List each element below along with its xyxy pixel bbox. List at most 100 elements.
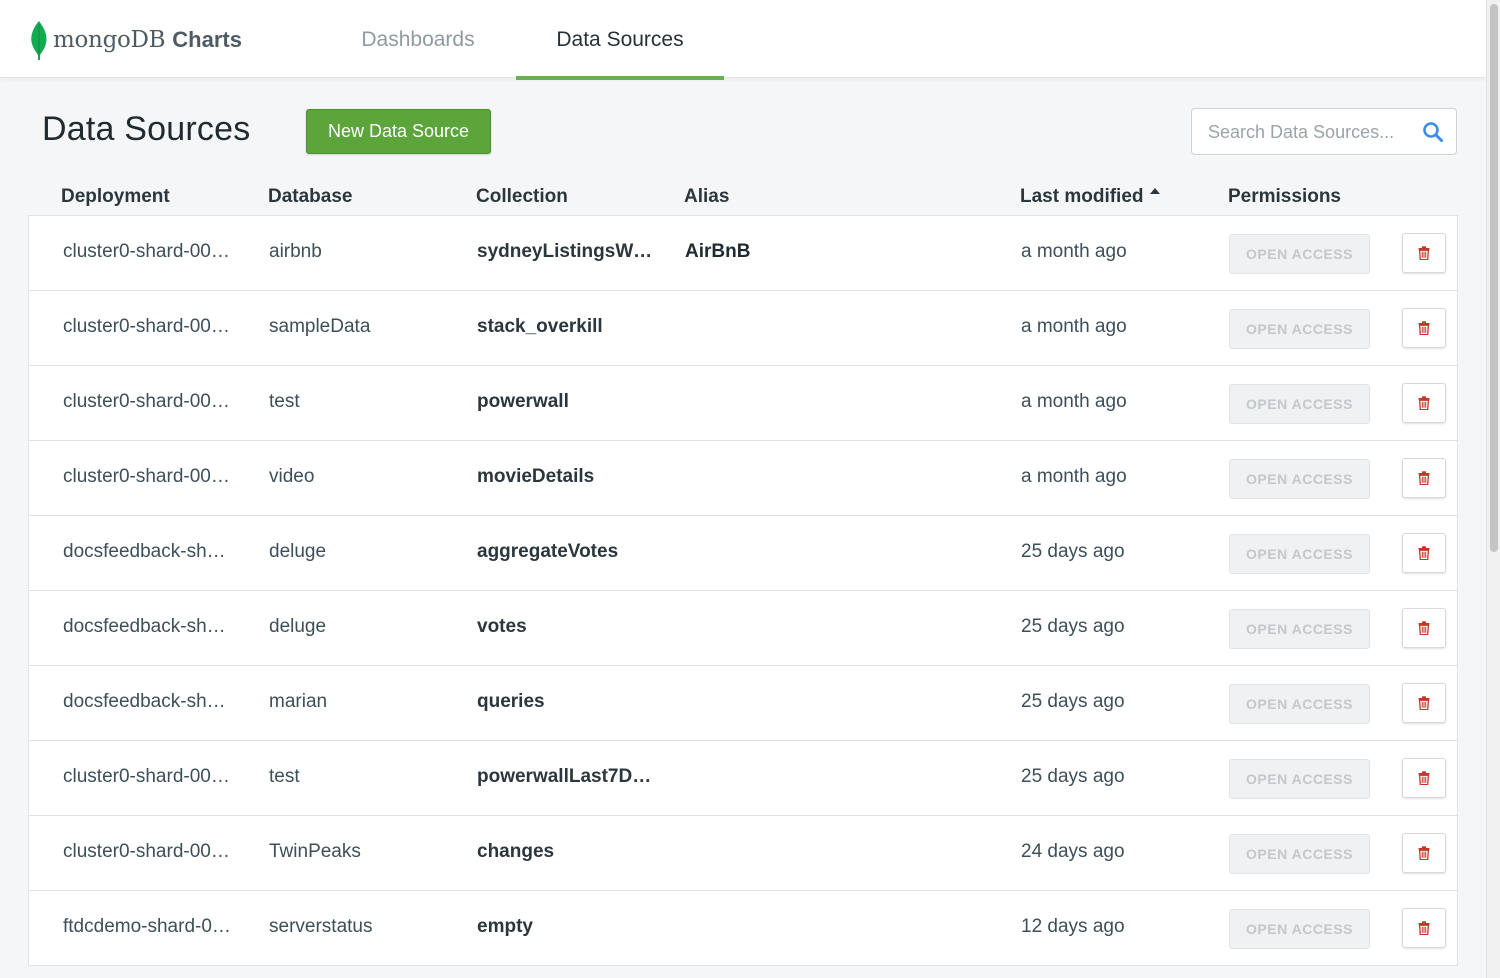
page-title: Data Sources [42,110,251,148]
table-header: Deployment Database Collection Alias Las… [28,180,1458,216]
open-access-button[interactable]: OPEN ACCESS [1229,459,1370,499]
open-access-button[interactable]: OPEN ACCESS [1229,759,1370,799]
cell-deployment: cluster0-shard-00… [63,241,230,262]
column-header-permissions[interactable]: Permissions [1228,186,1341,208]
table-row[interactable]: cluster0-shard-00… test powerwallLast7D… 25… [29,741,1457,816]
cell-database: test [269,391,300,412]
cell-database: marian [269,691,328,712]
trash-icon [1418,621,1430,635]
delete-button[interactable] [1402,233,1446,273]
data-sources-table: cluster0-shard-00… airbnb sydneyListingsWi… [28,215,1458,966]
cell-deployment: docsfeedback-sh… [63,691,226,712]
cell-collection: powerwallLast7D… [477,766,652,787]
cell-collection: votes [477,616,527,637]
cell-deployment: cluster0-shard-00… [63,841,230,862]
table-row[interactable]: cluster0-shard-00… video movieDetails a mon… [29,441,1457,516]
cell-alias: AirBnB [685,241,751,262]
delete-button[interactable] [1402,833,1446,873]
table-row[interactable]: docsfeedback-sh… marian queries 25 days ago… [29,666,1457,741]
cell-collection: aggregateVotes [477,541,619,562]
cell-collection: changes [477,841,555,862]
search-input[interactable] [1208,119,1418,145]
table-row[interactable]: docsfeedback-sh… deluge aggregateVotes 25 d… [29,516,1457,591]
brand-logo[interactable]: mongoDB Charts [28,18,242,62]
top-navigation-bar: mongoDB Charts Dashboards Data Sources [0,0,1486,80]
trash-icon [1418,771,1430,785]
table-row[interactable]: cluster0-shard-00… airbnb sydneyListingsWi… [29,216,1457,291]
search-icon[interactable] [1422,121,1444,143]
table-row[interactable]: cluster0-shard-00… TwinPeaks changes 24 day… [29,816,1457,891]
table-row[interactable]: cluster0-shard-00… sampleData stack_overki… [29,291,1457,366]
page-scrollbar[interactable] [1486,0,1500,978]
table-row[interactable]: cluster0-shard-00… test powerwall a month a… [29,366,1457,441]
cell-deployment: ftdcdemo-shard-0… [63,916,231,937]
cell-last-modified: a month ago [1021,241,1127,262]
delete-button[interactable] [1402,758,1446,798]
cell-collection: empty [477,916,533,937]
cell-deployment: docsfeedback-sh… [63,541,226,562]
column-header-collection[interactable]: Collection [476,186,568,208]
cell-database: TwinPeaks [269,841,361,862]
delete-button[interactable] [1402,608,1446,648]
cell-last-modified: a month ago [1021,391,1127,412]
open-access-button[interactable]: OPEN ACCESS [1229,234,1370,274]
search-box[interactable] [1191,108,1457,155]
trash-icon [1418,921,1430,935]
delete-button[interactable] [1402,383,1446,423]
cell-collection: stack_overkill [477,316,603,337]
delete-button[interactable] [1402,458,1446,498]
trash-icon [1418,546,1430,560]
table-row[interactable]: docsfeedback-sh… deluge votes 25 days ago OP… [29,591,1457,666]
cell-last-modified: 25 days ago [1021,691,1125,712]
delete-button[interactable] [1402,533,1446,573]
open-access-button[interactable]: OPEN ACCESS [1229,609,1370,649]
scrollbar-thumb[interactable] [1490,4,1498,552]
cell-last-modified: 25 days ago [1021,766,1125,787]
new-data-source-button[interactable]: New Data Source [306,109,491,154]
cell-last-modified: a month ago [1021,316,1127,337]
column-header-database[interactable]: Database [268,186,353,208]
cell-last-modified: 25 days ago [1021,616,1125,637]
cell-collection: movieDetails [477,466,595,487]
trash-icon [1418,321,1430,335]
cell-collection: powerwall [477,391,569,412]
cell-deployment: cluster0-shard-00… [63,466,230,487]
open-access-button[interactable]: OPEN ACCESS [1229,834,1370,874]
tab-data-sources[interactable]: Data Sources [516,0,724,80]
tab-dashboards[interactable]: Dashboards [320,0,516,80]
cell-last-modified: 12 days ago [1021,916,1125,937]
open-access-button[interactable]: OPEN ACCESS [1229,909,1370,949]
delete-button[interactable] [1402,908,1446,948]
column-header-last-modified[interactable]: Last modified [1020,186,1160,208]
open-access-button[interactable]: OPEN ACCESS [1229,384,1370,424]
cell-deployment: docsfeedback-sh… [63,616,226,637]
column-header-deployment[interactable]: Deployment [61,186,170,208]
trash-icon [1418,396,1430,410]
trash-icon [1418,246,1430,260]
cell-database: deluge [269,541,327,562]
cell-database: video [269,466,315,487]
trash-icon [1418,696,1430,710]
cell-last-modified: a month ago [1021,466,1127,487]
delete-button[interactable] [1402,683,1446,723]
cell-database: airbnb [269,241,322,262]
open-access-button[interactable]: OPEN ACCESS [1229,684,1370,724]
cell-database: test [269,766,300,787]
cell-database: deluge [269,616,327,637]
mongodb-leaf-icon [31,21,47,60]
cell-collection: queries [477,691,545,712]
cell-deployment: cluster0-shard-00… [63,316,230,337]
cell-database: sampleData [269,316,371,337]
cell-deployment: cluster0-shard-00… [63,766,230,787]
cell-database: serverstatus [269,916,373,937]
open-access-button[interactable]: OPEN ACCESS [1229,309,1370,349]
sort-ascending-icon [1149,188,1160,194]
trash-icon [1418,471,1430,485]
open-access-button[interactable]: OPEN ACCESS [1229,534,1370,574]
brand-wordmark: mongoDB [53,27,166,53]
table-row[interactable]: ftdcdemo-shard-0… serverstatus empty 12 day… [29,891,1457,966]
column-header-last-modified-label: Last modified [1020,186,1144,207]
column-header-alias[interactable]: Alias [684,186,729,208]
cell-last-modified: 25 days ago [1021,541,1125,562]
delete-button[interactable] [1402,308,1446,348]
